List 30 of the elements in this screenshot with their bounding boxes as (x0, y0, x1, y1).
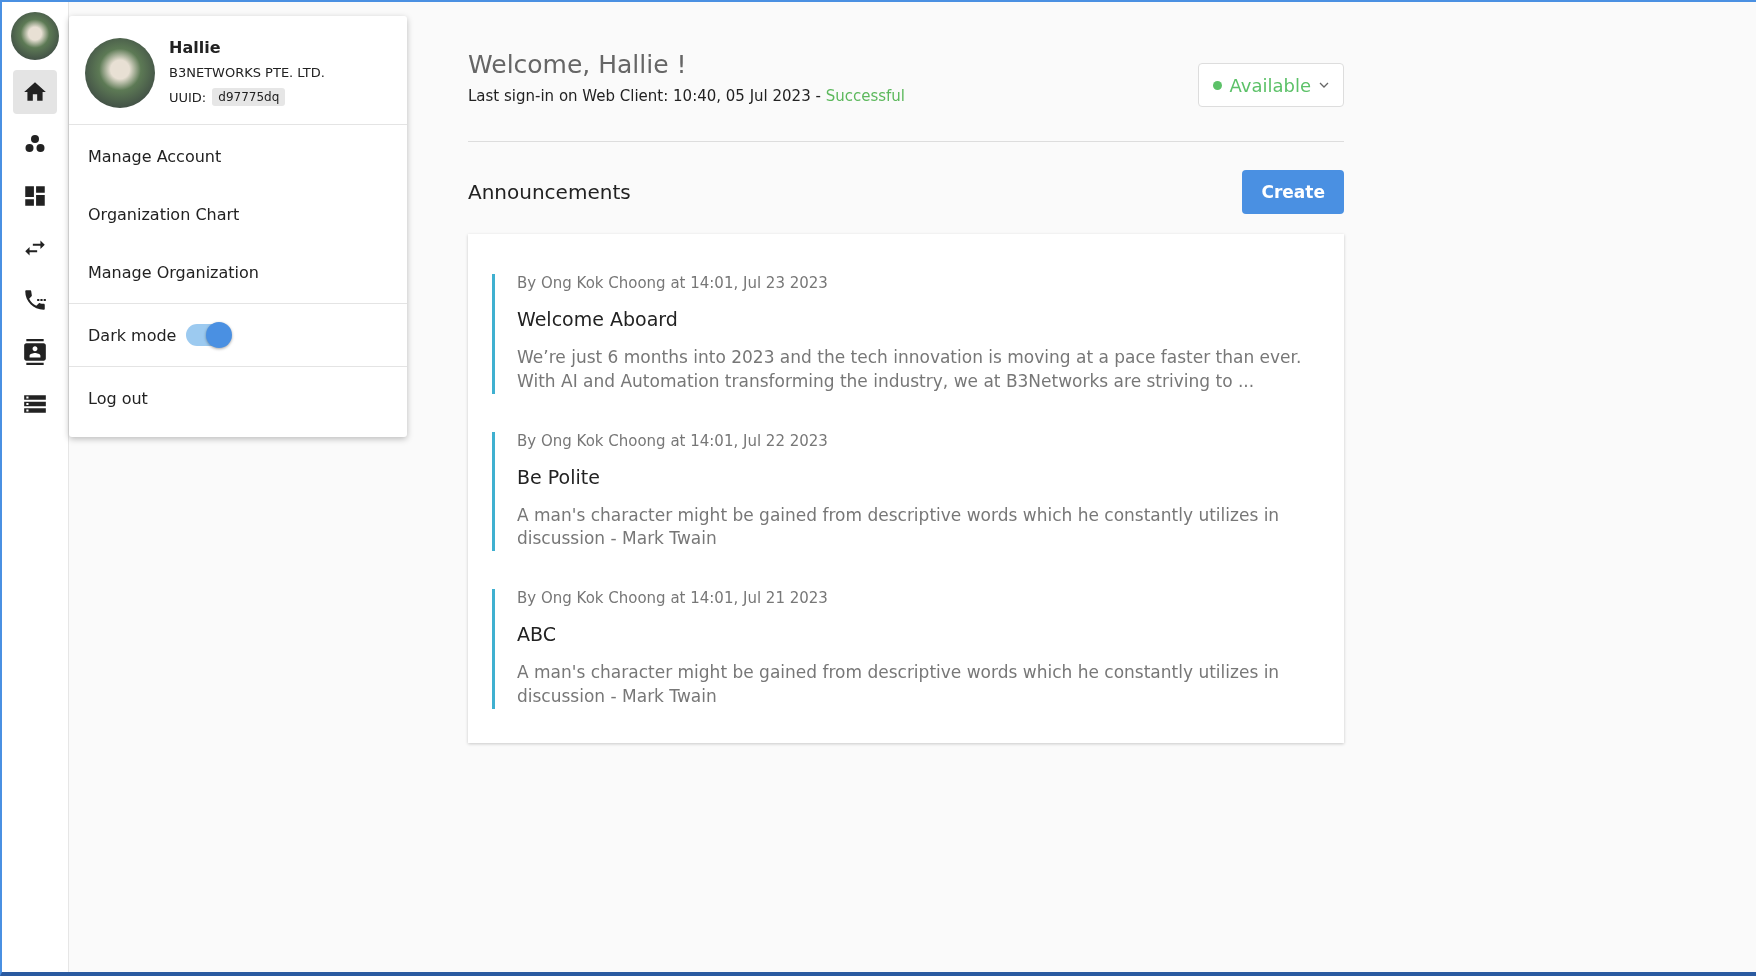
announcement-meta: By Ong Kok Choong at 14:01, Jul 23 2023 (517, 274, 829, 292)
menu-item[interactable]: Organization Chart (69, 185, 407, 243)
menu-item[interactable]: Manage Organization (69, 243, 407, 301)
menu-item[interactable]: Log out (69, 369, 407, 427)
chevron-down-icon (1319, 82, 1329, 88)
uuid-chip: d97775dq (212, 88, 286, 106)
announcement-meta: By Ong Kok Choong at 14:01, Jul 21 2023 (517, 589, 829, 608)
user-name: Hallie (169, 38, 222, 57)
welcome-title: Welcome, Hallie ! (468, 50, 688, 79)
menu-item[interactable]: Manage Account (69, 127, 407, 185)
contact-card-icon (22, 339, 48, 365)
announcement-meta: By Ong Kok Choong at 14:01, Jul 22 2023 (517, 431, 829, 450)
menu-item-label: Dark mode (88, 325, 177, 345)
announcement-text: A man's character might be gained from descriptive words which he constantly utilizes in discussion - Mark Twain (517, 503, 1281, 551)
announcement-text: A man's character might be gained from descriptive words which he constantly utilizes in discussion - Mark Twain (517, 661, 1281, 708)
announcements-heading: Announcements (468, 180, 631, 204)
uuid-label: UUID: (169, 89, 207, 105)
announcement-text: We’re just 6 months into 2023 and the tech innovation is moving at a pace faster than ever. With AI and Automation transforming the industry, we at B3Networks are striving to ... (517, 346, 1303, 393)
last-signin-text: Last sign-in on Web Client: 10:40, 05 Jul 2023 - Successful (468, 87, 905, 105)
sidebar-item[interactable] (13, 70, 57, 114)
dashboard-icon (22, 183, 48, 209)
announcement-item[interactable]: By Ong Kok Choong at 14:01, Jul 22 2023 Be Polite A man's character might be gained from descriptive words which he constantly utilizes in discussion - Mark Twain (492, 431, 1320, 552)
phone-icon (22, 287, 48, 313)
announcement-title: Be Polite (517, 465, 601, 488)
dark-mode-toggle[interactable] (186, 324, 231, 346)
company-name: B3NETWORKS PTE. LTD. (169, 65, 325, 80)
avatar-photo-placeholder[interactable] (11, 12, 59, 60)
announcement-title: Welcome Aboard (517, 308, 679, 330)
announcement-title: ABC (517, 623, 557, 646)
announcement-item[interactable]: By Ong Kok Choong at 14:01, Jul 21 2023 ABC A man's character might be gained from descriptive words which he constantly utilizes in discussion - Mark Twain (492, 589, 1320, 709)
